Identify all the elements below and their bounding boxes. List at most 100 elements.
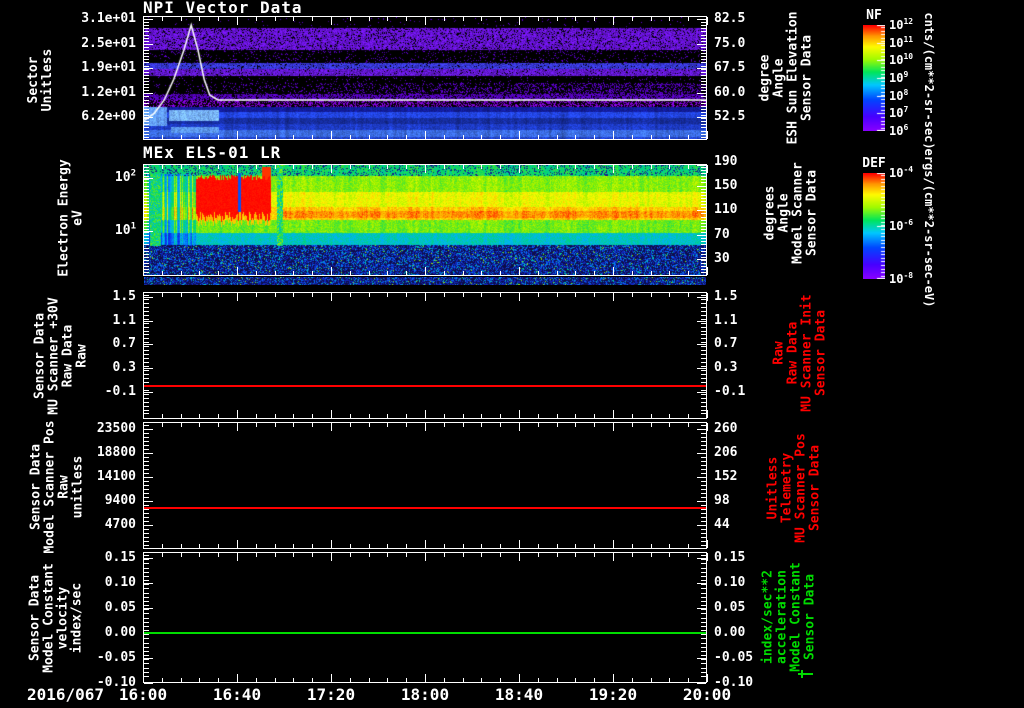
tick-mark <box>144 453 153 454</box>
tick-mark <box>144 437 149 438</box>
tick-mark <box>669 165 670 169</box>
tick-mark <box>144 651 149 652</box>
tick-mark <box>697 93 706 94</box>
tick-mark <box>144 659 149 660</box>
tick-mark <box>701 350 706 351</box>
tick-mark <box>144 593 149 594</box>
tick-mark <box>701 315 706 316</box>
tick-mark <box>144 580 149 581</box>
tick-mark <box>144 370 149 371</box>
tick-mark <box>369 293 370 297</box>
tick-mark <box>144 588 149 589</box>
tick-mark <box>701 75 706 76</box>
tick-mark <box>613 540 614 548</box>
tick-mark <box>199 414 200 418</box>
tick-mark <box>144 663 149 664</box>
tick-mark <box>697 477 706 478</box>
tick-mark <box>701 630 706 631</box>
tick-mark <box>425 410 426 418</box>
tick-mark <box>701 505 706 506</box>
tick-mark <box>701 307 706 308</box>
tick-mark <box>701 207 706 208</box>
tick-mark <box>144 186 149 187</box>
tick-mark <box>701 513 706 514</box>
tick-mark <box>387 135 388 139</box>
tick-mark <box>669 17 670 21</box>
colorbar-tick-label: 10-6 <box>889 218 914 233</box>
tick-mark <box>701 131 706 132</box>
tick-mark <box>144 597 149 598</box>
tick-mark <box>218 165 219 169</box>
tick-mark <box>144 509 149 510</box>
tick-mark <box>275 17 276 21</box>
tick-mark <box>697 344 706 345</box>
tick-mark <box>199 17 200 21</box>
tick-mark <box>275 135 276 139</box>
tick-mark <box>312 165 313 169</box>
tick-mark <box>144 533 149 534</box>
y-tick-label: 1.2e+01 <box>81 85 136 100</box>
tick-mark <box>575 544 576 548</box>
tick-mark <box>701 354 706 355</box>
tick-mark <box>144 117 153 118</box>
tick-mark <box>701 555 706 556</box>
tick-mark <box>701 521 706 522</box>
tick-mark <box>237 410 238 418</box>
tick-mark <box>701 334 706 335</box>
tick-mark <box>701 226 706 227</box>
tick-mark <box>256 17 257 21</box>
tick-mark <box>293 135 294 139</box>
tick-mark <box>697 525 706 526</box>
tick-mark <box>144 47 149 48</box>
tick-mark <box>701 331 706 332</box>
tick-mark <box>237 131 238 139</box>
tick-mark <box>594 544 595 548</box>
panel-mu-scanner-30v <box>143 292 707 419</box>
tick-mark <box>701 90 706 91</box>
tick-mark <box>701 269 706 270</box>
tick-mark <box>701 170 706 171</box>
tick-mark <box>199 135 200 139</box>
tick-mark <box>701 445 706 446</box>
tick-mark <box>697 186 706 187</box>
tick-mark <box>701 529 706 530</box>
tick-mark <box>181 544 182 548</box>
tick-mark <box>144 137 149 138</box>
tick-mark <box>144 84 149 85</box>
tick-mark <box>594 165 595 169</box>
tick-mark <box>500 271 501 275</box>
tick-mark <box>697 453 706 454</box>
tick-mark <box>144 66 149 67</box>
tick-mark <box>144 576 149 577</box>
tick-mark <box>575 553 576 557</box>
tick-mark <box>701 28 706 29</box>
tick-mark <box>481 414 482 418</box>
tick-mark <box>144 658 153 659</box>
tick-mark <box>181 293 182 297</box>
scanner-pos-line <box>144 507 706 509</box>
tick-mark <box>701 50 706 51</box>
tick-mark <box>613 674 614 682</box>
tick-mark <box>669 544 670 548</box>
tick-mark <box>144 78 149 79</box>
tick-mark <box>701 241 706 242</box>
tick-mark <box>669 678 670 682</box>
tick-mark <box>669 553 670 557</box>
tick-mark <box>669 293 670 297</box>
tick-mark <box>312 17 313 21</box>
tick-mark <box>701 370 706 371</box>
tick-mark <box>144 192 149 193</box>
tick-mark <box>463 17 464 21</box>
tick-mark <box>500 423 501 427</box>
tick-mark <box>500 678 501 682</box>
tick-mark <box>312 678 313 682</box>
tick-mark <box>701 406 706 407</box>
tick-mark <box>701 53 706 54</box>
tick-mark <box>350 553 351 557</box>
tick-mark <box>557 165 558 169</box>
tick-mark <box>162 17 163 21</box>
tick-mark <box>444 414 445 418</box>
right-axis-label: Unitless Telemetry MU Scanner Pos Sensor Da… <box>765 433 823 543</box>
tick-mark <box>575 17 576 21</box>
tick-mark <box>218 293 219 297</box>
